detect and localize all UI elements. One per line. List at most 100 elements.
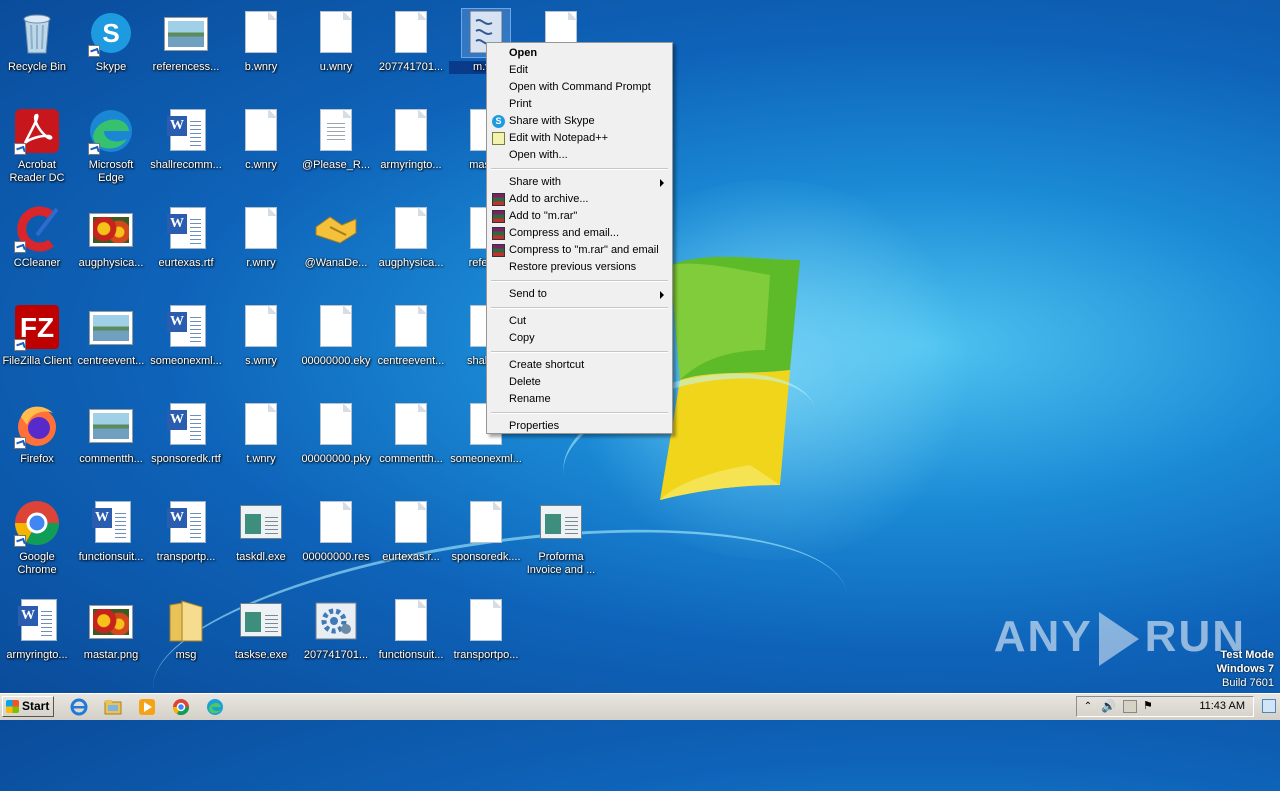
desktop-icon-exe[interactable]: taskse.exe xyxy=(224,594,298,682)
word-icon: W xyxy=(162,303,210,351)
menu-item-add-archive[interactable]: Add to archive... xyxy=(489,191,670,208)
menu-item-label: Compress to "m.rar" and email xyxy=(509,244,659,256)
chrome-icon[interactable] xyxy=(172,698,190,716)
desktop-icon-doc[interactable]: s.wnry xyxy=(224,300,298,388)
menu-item-add-rar[interactable]: Add to "m.rar" xyxy=(489,208,670,225)
desktop-icon-word[interactable]: Warmyringto... xyxy=(0,594,74,682)
menu-item-properties[interactable]: Properties xyxy=(489,418,670,435)
desktop-icon-doc[interactable]: commentth... xyxy=(374,398,448,486)
desktop-icon-word[interactable]: Wshallrecomm... xyxy=(149,104,223,192)
desktop-icon-label: s.wnry xyxy=(245,355,277,367)
desktop-icon-label: centreevent... xyxy=(77,355,145,367)
desktop-icon-doc[interactable]: augphysica... xyxy=(374,202,448,290)
menu-item-edit[interactable]: Edit xyxy=(489,62,670,79)
desktop-icon-filezilla[interactable]: FZ FileZilla Client xyxy=(0,300,74,388)
context-menu: Open Edit Open with Command Prompt Print… xyxy=(486,42,673,434)
desktop-icon-doc[interactable]: t.wnry xyxy=(224,398,298,486)
desktop-icon-word[interactable]: Weurtexas.rtf xyxy=(149,202,223,290)
shortcut-arrow-icon xyxy=(14,143,26,155)
desktop-icon-doc[interactable]: centreevent... xyxy=(374,300,448,388)
menu-item-compress-email[interactable]: Compress and email... xyxy=(489,225,670,242)
network-icon[interactable] xyxy=(1123,700,1137,713)
menu-item-compress-rar-email[interactable]: Compress to "m.rar" and email xyxy=(489,242,670,259)
desktop-icon-doc[interactable]: c.wnry xyxy=(224,104,298,192)
desktop-icon-picture[interactable]: referencess... xyxy=(149,6,223,94)
desktop-icon-gear[interactable]: 207741701... xyxy=(299,594,373,682)
menu-item-delete[interactable]: Delete xyxy=(489,374,670,391)
menu-separator xyxy=(491,280,668,282)
desktop-icon-ccleaner[interactable]: CCleaner xyxy=(0,202,74,290)
doc-icon xyxy=(237,303,285,351)
desktop-icon-doc[interactable]: 00000000.res xyxy=(299,496,373,584)
media-player-icon[interactable] xyxy=(138,698,156,716)
menu-item-share-with[interactable]: Share with xyxy=(489,174,670,191)
desktop-icon-flowers[interactable]: mastar.png xyxy=(74,594,148,682)
handshake-icon xyxy=(312,205,360,253)
start-button[interactable]: Start xyxy=(2,696,54,717)
show-desktop-button[interactable] xyxy=(1262,699,1276,713)
desktop-icon-picture[interactable]: centreevent... xyxy=(74,300,148,388)
desktop-icon-doc[interactable]: u.wnry xyxy=(299,6,373,94)
desktop-icon-doc[interactable]: 207741701... xyxy=(374,6,448,94)
doc-icon xyxy=(387,107,435,155)
menu-item-restore-versions[interactable]: Restore previous versions xyxy=(489,259,670,276)
desktop-icon-picture[interactable]: commentth... xyxy=(74,398,148,486)
desktop-icon-doc[interactable]: sponsoredk.... xyxy=(449,496,523,584)
clock[interactable]: 11:43 AM xyxy=(1199,700,1245,712)
menu-item-copy[interactable]: Copy xyxy=(489,330,670,347)
desktop-icon-firefox[interactable]: Firefox xyxy=(0,398,74,486)
desktop-icon-label: r.wnry xyxy=(246,257,276,269)
menu-item-rename[interactable]: Rename xyxy=(489,391,670,408)
desktop-icon-label: eurtexas.r... xyxy=(382,551,440,563)
explorer-icon[interactable] xyxy=(104,698,122,716)
desktop-icon-flowers[interactable]: augphysica... xyxy=(74,202,148,290)
menu-item-create-shortcut[interactable]: Create shortcut xyxy=(489,357,670,374)
word-icon: W xyxy=(162,107,210,155)
internet-explorer-icon[interactable] xyxy=(70,698,88,716)
desktop-icon-label: functionsuit... xyxy=(378,649,444,661)
desktop-icon-acrobat[interactable]: Acrobat Reader DC xyxy=(0,104,74,192)
menu-item-notepadpp[interactable]: Edit with Notepad++ xyxy=(489,130,670,147)
desktop-icon-edge[interactable]: Microsoft Edge xyxy=(74,104,148,192)
desktop-icon-folder[interactable]: msg xyxy=(149,594,223,682)
desktop-icon-label: mastar.png xyxy=(83,649,139,661)
menu-item-cut[interactable]: Cut xyxy=(489,313,670,330)
menu-item-open-cmd[interactable]: Open with Command Prompt xyxy=(489,79,670,96)
desktop-icon-doc[interactable]: armyringto... xyxy=(374,104,448,192)
desktop-icon-label: transportpo... xyxy=(453,649,519,661)
desktop-icon-doc[interactable]: 00000000.pky xyxy=(299,398,373,486)
desktop-icon-word[interactable]: Wtransportp... xyxy=(149,496,223,584)
desktop-icon-exe[interactable]: Proforma Invoice and ... xyxy=(524,496,598,584)
desktop-icon-handshake[interactable]: @WanaDe... xyxy=(299,202,373,290)
desktop-icon-recycle[interactable]: Recycle Bin xyxy=(0,6,74,94)
desktop-icon-skype[interactable]: S Skype xyxy=(74,6,148,94)
volume-icon[interactable]: 🔊 xyxy=(1101,700,1116,713)
desktop-icon-doc[interactable]: eurtexas.r... xyxy=(374,496,448,584)
desktop-icon-textdoc[interactable]: @Please_R... xyxy=(299,104,373,192)
desktop-icon-word[interactable]: Wsponsoredk.rtf xyxy=(149,398,223,486)
desktop-icon-label: someonexml... xyxy=(450,453,522,465)
desktop-icon-chrome[interactable]: Google Chrome xyxy=(0,496,74,584)
winrar-icon xyxy=(492,193,505,206)
menu-item-print[interactable]: Print xyxy=(489,96,670,113)
action-center-flag-icon[interactable]: ⚑ xyxy=(1143,700,1157,713)
desktop-icon-word[interactable]: Wfunctionsuit... xyxy=(74,496,148,584)
desktop-icon-doc[interactable]: functionsuit... xyxy=(374,594,448,682)
desktop-icon-exe[interactable]: taskdl.exe xyxy=(224,496,298,584)
menu-item-send-to[interactable]: Send to xyxy=(489,286,670,303)
desktop-icon-label: b.wnry xyxy=(244,61,278,73)
desktop-icon-label: @WanaDe... xyxy=(304,257,368,269)
menu-item-open-with[interactable]: Open with... xyxy=(489,147,670,164)
desktop-icon-word[interactable]: Wsomeonexml... xyxy=(149,300,223,388)
desktop-icon-doc[interactable]: r.wnry xyxy=(224,202,298,290)
desktop-icon-doc[interactable]: b.wnry xyxy=(224,6,298,94)
desktop-icon-label: Recycle Bin xyxy=(7,61,67,73)
desktop-icon-doc[interactable]: transportpo... xyxy=(449,594,523,682)
show-hidden-icons-icon[interactable]: ⌃ xyxy=(1081,700,1095,713)
menu-item-share-skype[interactable]: S Share with Skype xyxy=(489,113,670,130)
desktop-icon-doc[interactable]: 00000000.eky xyxy=(299,300,373,388)
edge-icon[interactable] xyxy=(206,698,224,716)
desktop-icon-label: FileZilla Client xyxy=(2,355,72,367)
doc-icon xyxy=(387,303,435,351)
menu-item-open[interactable]: Open xyxy=(489,45,670,62)
